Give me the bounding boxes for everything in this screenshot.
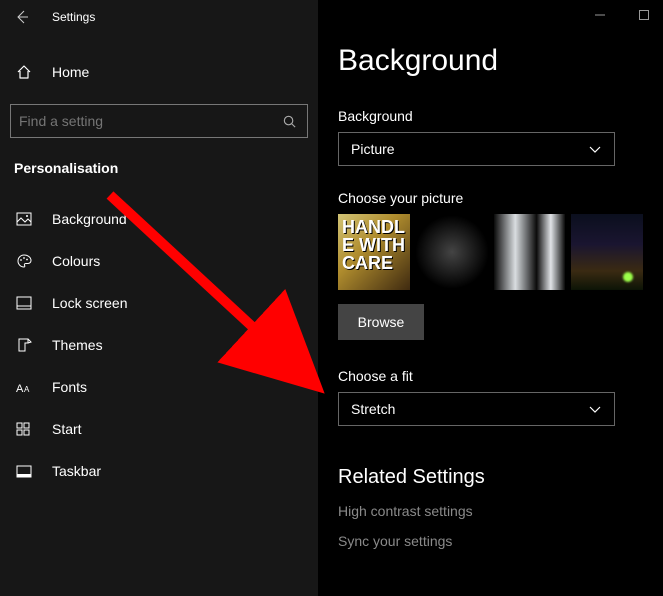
search-icon: [282, 114, 297, 129]
background-select[interactable]: Picture: [338, 132, 615, 166]
picture-icon: [16, 212, 34, 226]
lockscreen-icon: [16, 296, 34, 310]
search-box[interactable]: [10, 104, 308, 138]
palette-icon: [16, 253, 34, 269]
search-input[interactable]: [19, 113, 282, 129]
page-title: Background: [338, 44, 643, 78]
picture-thumbnails: [338, 214, 643, 290]
window-title: Settings: [52, 10, 95, 24]
related-settings-title: Related Settings: [338, 466, 643, 489]
nav-label: Fonts: [52, 379, 87, 395]
nav-label: Background: [52, 211, 127, 227]
nav-label: Lock screen: [52, 295, 127, 311]
sidebar-item-taskbar[interactable]: Taskbar: [0, 450, 318, 492]
home-label: Home: [52, 64, 89, 80]
svg-text:A: A: [16, 383, 24, 394]
nav-list: Background Colours Lock screen Themes: [0, 198, 318, 492]
chevron-down-icon: [588, 144, 602, 154]
background-label: Background: [338, 108, 643, 124]
sidebar-item-background[interactable]: Background: [0, 198, 318, 240]
home-button[interactable]: Home: [0, 52, 318, 92]
nav-label: Themes: [52, 337, 103, 353]
fit-select-value: Stretch: [351, 401, 395, 417]
window-controls: [591, 6, 653, 24]
fit-select[interactable]: Stretch: [338, 392, 615, 426]
sidebar-item-lockscreen[interactable]: Lock screen: [0, 282, 318, 324]
svg-text:A: A: [24, 385, 30, 394]
section-label: Personalisation: [0, 146, 318, 186]
related-link-sync[interactable]: Sync your settings: [338, 533, 643, 549]
minimize-button[interactable]: [591, 6, 609, 24]
browse-button[interactable]: Browse: [338, 304, 424, 340]
background-select-value: Picture: [351, 141, 395, 157]
nav-label: Taskbar: [52, 463, 101, 479]
maximize-button[interactable]: [635, 6, 653, 24]
back-button[interactable]: [10, 5, 34, 29]
picture-thumb-1[interactable]: [338, 214, 410, 290]
sidebar-item-fonts[interactable]: AA Fonts: [0, 366, 318, 408]
picture-thumb-4[interactable]: [571, 214, 643, 290]
nav-label: Colours: [52, 253, 100, 269]
chevron-down-icon: [588, 404, 602, 414]
nav-label: Start: [52, 421, 82, 437]
choose-picture-label: Choose your picture: [338, 190, 643, 206]
sidebar: Settings Home Personalisation Backgro: [0, 0, 318, 596]
titlebar: Settings: [0, 0, 318, 34]
fonts-icon: AA: [16, 380, 34, 394]
sidebar-item-colours[interactable]: Colours: [0, 240, 318, 282]
sidebar-item-themes[interactable]: Themes: [0, 324, 318, 366]
picture-thumb-3[interactable]: [494, 214, 566, 290]
sidebar-item-start[interactable]: Start: [0, 408, 318, 450]
themes-icon: [16, 337, 34, 353]
related-link-high-contrast[interactable]: High contrast settings: [338, 503, 643, 519]
taskbar-icon: [16, 465, 34, 478]
picture-thumb-2[interactable]: [416, 214, 488, 290]
choose-fit-label: Choose a fit: [338, 368, 643, 384]
start-icon: [16, 422, 34, 437]
home-icon: [16, 64, 34, 80]
main-content: Background Background Picture Choose you…: [318, 0, 663, 596]
